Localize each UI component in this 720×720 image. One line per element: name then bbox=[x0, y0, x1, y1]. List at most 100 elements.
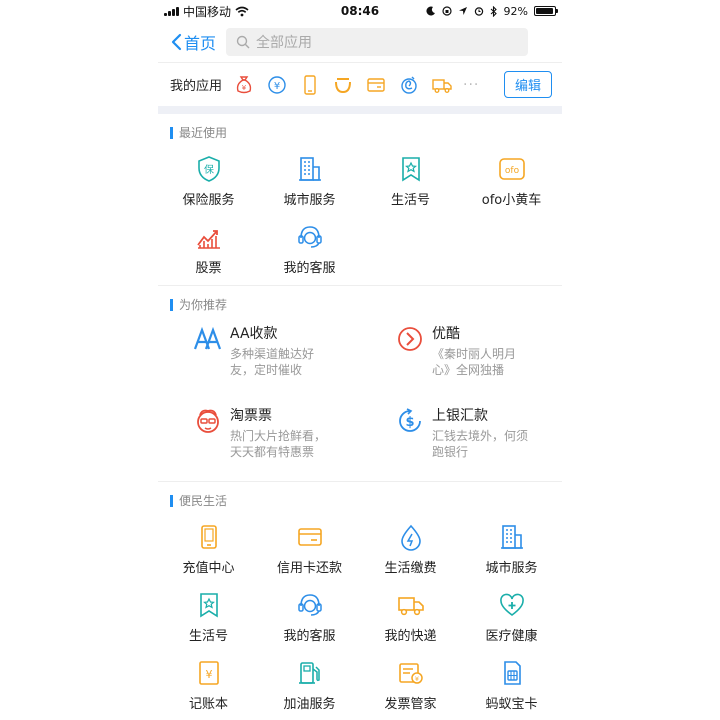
section-title: 最近使用 bbox=[179, 126, 228, 140]
app-label: 我的客服 bbox=[283, 260, 336, 276]
didi-icon[interactable] bbox=[331, 73, 355, 97]
more-apps-icon[interactable]: ··· bbox=[463, 77, 479, 93]
star-badge-icon bbox=[199, 592, 218, 617]
app-medical[interactable]: 医疗健康 bbox=[461, 583, 562, 651]
money-bag-icon[interactable]: ¥ bbox=[232, 73, 256, 97]
status-right: 92% bbox=[426, 5, 558, 18]
rec-taopiaopiao[interactable]: 淘票票 热门大片抢鲜看，天天都有特惠票 bbox=[158, 405, 360, 475]
phone-icon bbox=[200, 524, 217, 549]
app-label: 城市服务 bbox=[283, 192, 336, 208]
app-topup[interactable]: 充值中心 bbox=[158, 515, 259, 583]
signal-icon bbox=[164, 6, 179, 16]
yuan-exchange-icon[interactable]: ¥ bbox=[265, 73, 289, 97]
aa-icon bbox=[194, 326, 222, 350]
status-bar: 中国移动 08:46 92% bbox=[158, 0, 562, 22]
svg-text:¥: ¥ bbox=[205, 668, 212, 681]
ledger-icon: ¥ bbox=[198, 660, 219, 685]
star-badge-icon bbox=[401, 156, 420, 181]
app-label: 记账本 bbox=[188, 696, 228, 712]
svg-text:ofo: ofo bbox=[504, 166, 519, 176]
app-invoice[interactable]: ¥ 发票管家 bbox=[360, 651, 461, 719]
section-title: 便民生活 bbox=[179, 494, 228, 508]
svg-text:$: $ bbox=[405, 415, 414, 430]
app-express[interactable]: 我的快递 bbox=[360, 583, 461, 651]
rec-text: 优酷 《秦时丽人明月心》全网独播 bbox=[432, 323, 532, 393]
fuel-icon bbox=[298, 661, 320, 684]
rec-title: AA收款 bbox=[230, 326, 278, 342]
phone-icon[interactable] bbox=[298, 73, 322, 97]
recent-section: 最近使用 保 保险服务 城市服务 生活号 ofo ofo小黄车 股票 我的客服 bbox=[158, 114, 562, 286]
svg-text:¥: ¥ bbox=[242, 84, 247, 92]
location-icon bbox=[458, 7, 467, 15]
app-city-service-2[interactable]: 城市服务 bbox=[461, 515, 562, 583]
app-credit-card[interactable]: 信用卡还款 bbox=[259, 515, 360, 583]
building-icon bbox=[500, 524, 523, 549]
app-insurance[interactable]: 保 保险服务 bbox=[158, 147, 259, 215]
app-screen: 中国移动 08:46 92% 首页 全部应用 我的应用 ¥ ¥ ··· 编辑 最… bbox=[158, 0, 562, 720]
app-label: 医疗健康 bbox=[485, 628, 538, 644]
back-button[interactable]: 首页 bbox=[170, 30, 216, 54]
app-customer-service[interactable]: 我的客服 bbox=[259, 215, 360, 283]
app-label: 城市服务 bbox=[485, 560, 538, 576]
spiral-icon[interactable] bbox=[397, 73, 421, 97]
rec-title: 上银汇款 bbox=[432, 408, 488, 424]
section-marker bbox=[170, 494, 173, 507]
battery-fill bbox=[536, 8, 553, 14]
taopiaopiao-icon bbox=[197, 409, 219, 433]
app-city-service[interactable]: 城市服务 bbox=[259, 147, 360, 215]
app-ofo[interactable]: ofo ofo小黄车 bbox=[461, 147, 562, 215]
app-utilities[interactable]: 生活缴费 bbox=[360, 515, 461, 583]
app-life-account[interactable]: 生活号 bbox=[360, 147, 461, 215]
app-ledger[interactable]: ¥ 记账本 bbox=[158, 651, 259, 719]
shield-icon: 保 bbox=[197, 155, 220, 182]
medical-heart-icon bbox=[499, 593, 524, 616]
dollar-icon: $ bbox=[399, 408, 421, 432]
card-icon[interactable] bbox=[364, 73, 388, 97]
rotation-lock-icon bbox=[441, 6, 452, 16]
rec-remittance[interactable]: $ 上银汇款 汇钱去境外，何须跑银行 bbox=[360, 405, 562, 475]
rec-text: 淘票票 热门大片抢鲜看，天天都有特惠票 bbox=[230, 405, 330, 475]
recommend-grid: AA收款 多种渠道触达好友，定时催收 优酷 《秦时丽人明月心》全网独播 淘票票 … bbox=[158, 313, 562, 481]
status-left: 中国移动 bbox=[164, 3, 249, 20]
my-apps-label: 我的应用 bbox=[170, 79, 223, 94]
rec-title: 优酷 bbox=[432, 326, 460, 342]
headset-icon bbox=[297, 225, 322, 248]
ofo-icon: ofo bbox=[498, 157, 525, 180]
svg-text:¥: ¥ bbox=[274, 81, 280, 92]
youku-icon bbox=[398, 327, 422, 351]
app-customer-service-2[interactable]: 我的客服 bbox=[259, 583, 360, 651]
my-apps-bar: 我的应用 ¥ ¥ ··· 编辑 bbox=[158, 62, 562, 106]
rec-text: AA收款 多种渠道触达好友，定时催收 bbox=[230, 323, 330, 393]
rec-aa-payment[interactable]: AA收款 多种渠道触达好友，定时催收 bbox=[158, 323, 360, 393]
search-input[interactable]: 全部应用 bbox=[226, 28, 528, 56]
life-section: 便民生活 充值中心 信用卡还款 生活缴费 城市服务 生活号 我的客服 我的快递 … bbox=[158, 482, 562, 720]
app-label: 信用卡还款 bbox=[276, 560, 342, 576]
rec-youku[interactable]: 优酷 《秦时丽人明月心》全网独播 bbox=[360, 323, 562, 393]
section-header: 为你推荐 bbox=[158, 286, 562, 313]
truck-icon[interactable] bbox=[430, 73, 454, 97]
app-fuel[interactable]: 加油服务 bbox=[259, 651, 360, 719]
recent-grid: 保 保险服务 城市服务 生活号 ofo ofo小黄车 股票 我的客服 bbox=[158, 141, 562, 285]
app-label: 股票 bbox=[195, 260, 222, 276]
sim-card-icon bbox=[503, 660, 521, 685]
section-title: 为你推荐 bbox=[179, 298, 228, 312]
water-drop-icon bbox=[400, 524, 421, 551]
my-apps-icons: ¥ ¥ ··· bbox=[232, 73, 504, 97]
carrier-name: 中国移动 bbox=[183, 4, 232, 19]
app-stock[interactable]: 股票 bbox=[158, 215, 259, 283]
app-label: ofo小黄车 bbox=[481, 192, 542, 208]
rec-desc: 《秦时丽人明月心》全网独播 bbox=[432, 347, 517, 377]
search-placeholder: 全部应用 bbox=[256, 35, 313, 51]
section-marker bbox=[170, 298, 173, 311]
rec-title: 淘票票 bbox=[230, 408, 272, 424]
app-life-account-2[interactable]: 生活号 bbox=[158, 583, 259, 651]
rec-desc: 多种渠道触达好友，定时催收 bbox=[230, 347, 315, 377]
app-label: 我的快递 bbox=[384, 628, 437, 644]
search-icon bbox=[236, 35, 250, 49]
section-header: 最近使用 bbox=[158, 114, 562, 141]
rec-desc: 热门大片抢鲜看，天天都有特惠票 bbox=[230, 429, 327, 459]
app-label: 发票管家 bbox=[384, 696, 437, 712]
app-label: 蚂蚁宝卡 bbox=[485, 696, 538, 712]
edit-button[interactable]: 编辑 bbox=[503, 71, 552, 98]
app-ant-card[interactable]: 蚂蚁宝卡 bbox=[461, 651, 562, 719]
